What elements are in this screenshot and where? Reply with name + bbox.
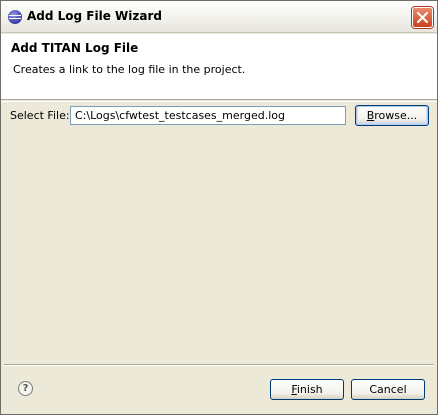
browse-button[interactable]: Browse... [355, 105, 429, 126]
page-title: Add TITAN Log File [11, 41, 139, 55]
cancel-button[interactable]: Cancel [351, 379, 425, 400]
close-button[interactable] [412, 7, 433, 28]
wizard-header: Add TITAN Log File Creates a link to the… [1, 34, 437, 100]
finish-button[interactable]: Finish [270, 379, 344, 400]
eclipse-icon [8, 10, 22, 24]
wizard-dialog: Add Log File Wizard Add TITAN Log File C… [0, 0, 438, 415]
header-divider [1, 101, 437, 102]
help-icon[interactable]: ? [18, 381, 33, 396]
page-description: Creates a link to the log file in the pr… [13, 63, 246, 76]
select-file-input[interactable] [70, 106, 346, 125]
select-file-label: Select File: [10, 109, 70, 122]
close-icon [417, 12, 428, 23]
title-bar[interactable]: Add Log File Wizard [1, 1, 437, 33]
finish-label: inish [296, 383, 323, 396]
window-title: Add Log File Wizard [27, 9, 162, 23]
footer-divider [4, 364, 434, 366]
browse-label: rowse... [374, 109, 418, 122]
